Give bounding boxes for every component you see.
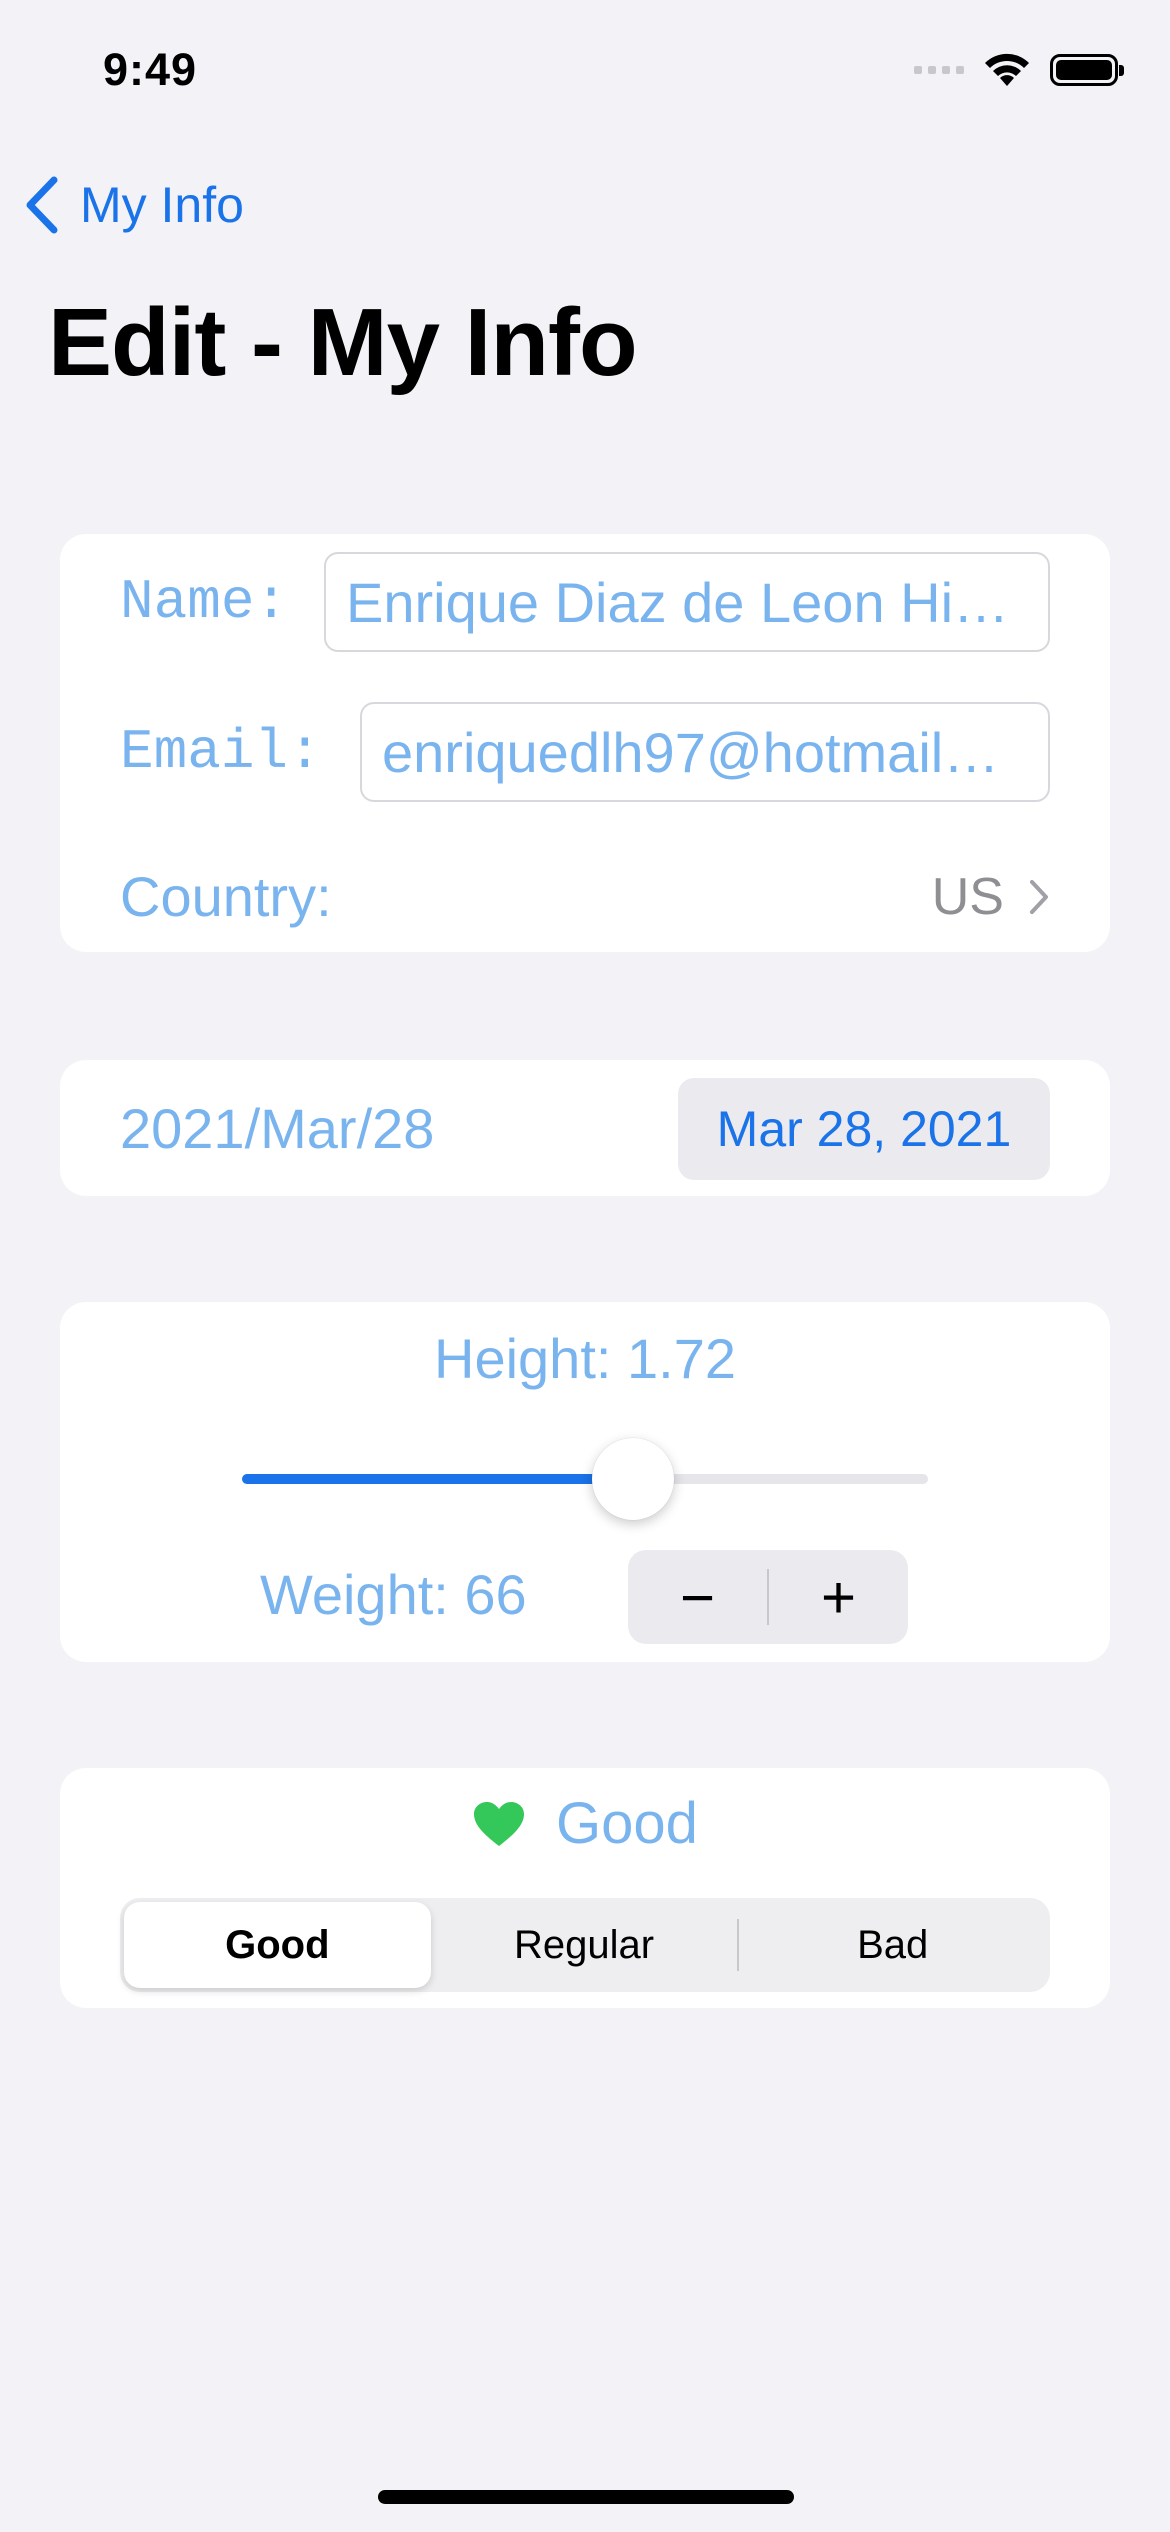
date-card: 2021/Mar/28 Mar 28, 2021: [60, 1060, 1110, 1196]
profile-card: Name: Enrique Diaz de Leon Hi… Email: en…: [60, 534, 1110, 952]
cellular-signal-icon: [914, 66, 964, 74]
height-slider-thumb[interactable]: [592, 1438, 674, 1520]
heart-icon: [474, 1801, 525, 1846]
plus-icon: +: [820, 1563, 857, 1631]
segment-regular[interactable]: Regular: [431, 1902, 738, 1988]
battery-icon: [1050, 54, 1124, 86]
height-slider-fill: [242, 1474, 633, 1484]
mood-segmented-control[interactable]: Good Regular Bad: [120, 1898, 1050, 1992]
mood-status: Good: [60, 1790, 1110, 1857]
segment-bad[interactable]: Bad: [739, 1902, 1046, 1988]
chevron-left-icon: [26, 176, 58, 234]
stepper-decrement-button[interactable]: −: [628, 1550, 767, 1644]
status-time: 9:49: [103, 44, 198, 95]
home-indicator: [378, 2490, 794, 2504]
measurements-card: Height: 1.72 Weight: 66 − +: [60, 1302, 1110, 1662]
chevron-right-icon: [1030, 880, 1048, 914]
name-label: Name:: [120, 570, 289, 634]
height-label: Height: 1.72: [434, 1327, 736, 1390]
date-formatted-label: 2021/Mar/28: [120, 1097, 435, 1160]
country-value-group: US: [932, 867, 1050, 927]
page-title: Edit - My Info: [48, 289, 638, 396]
minus-icon: −: [679, 1563, 716, 1631]
back-button[interactable]: My Info: [24, 176, 244, 234]
weight-stepper[interactable]: − +: [628, 1550, 908, 1644]
email-label: Email:: [120, 720, 322, 784]
email-field[interactable]: enriquedlh97@hotmail…: [360, 702, 1050, 802]
date-picker-button[interactable]: Mar 28, 2021: [678, 1078, 1050, 1180]
mood-current-label: Good: [556, 1791, 698, 1856]
country-row[interactable]: Country:: [120, 864, 1050, 944]
country-label: Country:: [120, 865, 332, 928]
height-slider[interactable]: [242, 1438, 928, 1520]
wifi-icon: [985, 53, 1029, 86]
segment-good[interactable]: Good: [124, 1902, 431, 1988]
back-label: My Info: [80, 177, 244, 233]
mood-card: Good Good Regular Bad: [60, 1768, 1110, 2008]
weight-label: Weight: 66: [260, 1563, 527, 1626]
status-icons: [914, 52, 1124, 88]
country-value: US: [931, 868, 1004, 926]
name-field[interactable]: Enrique Diaz de Leon Hi…: [324, 552, 1050, 652]
stepper-increment-button[interactable]: +: [769, 1550, 908, 1644]
